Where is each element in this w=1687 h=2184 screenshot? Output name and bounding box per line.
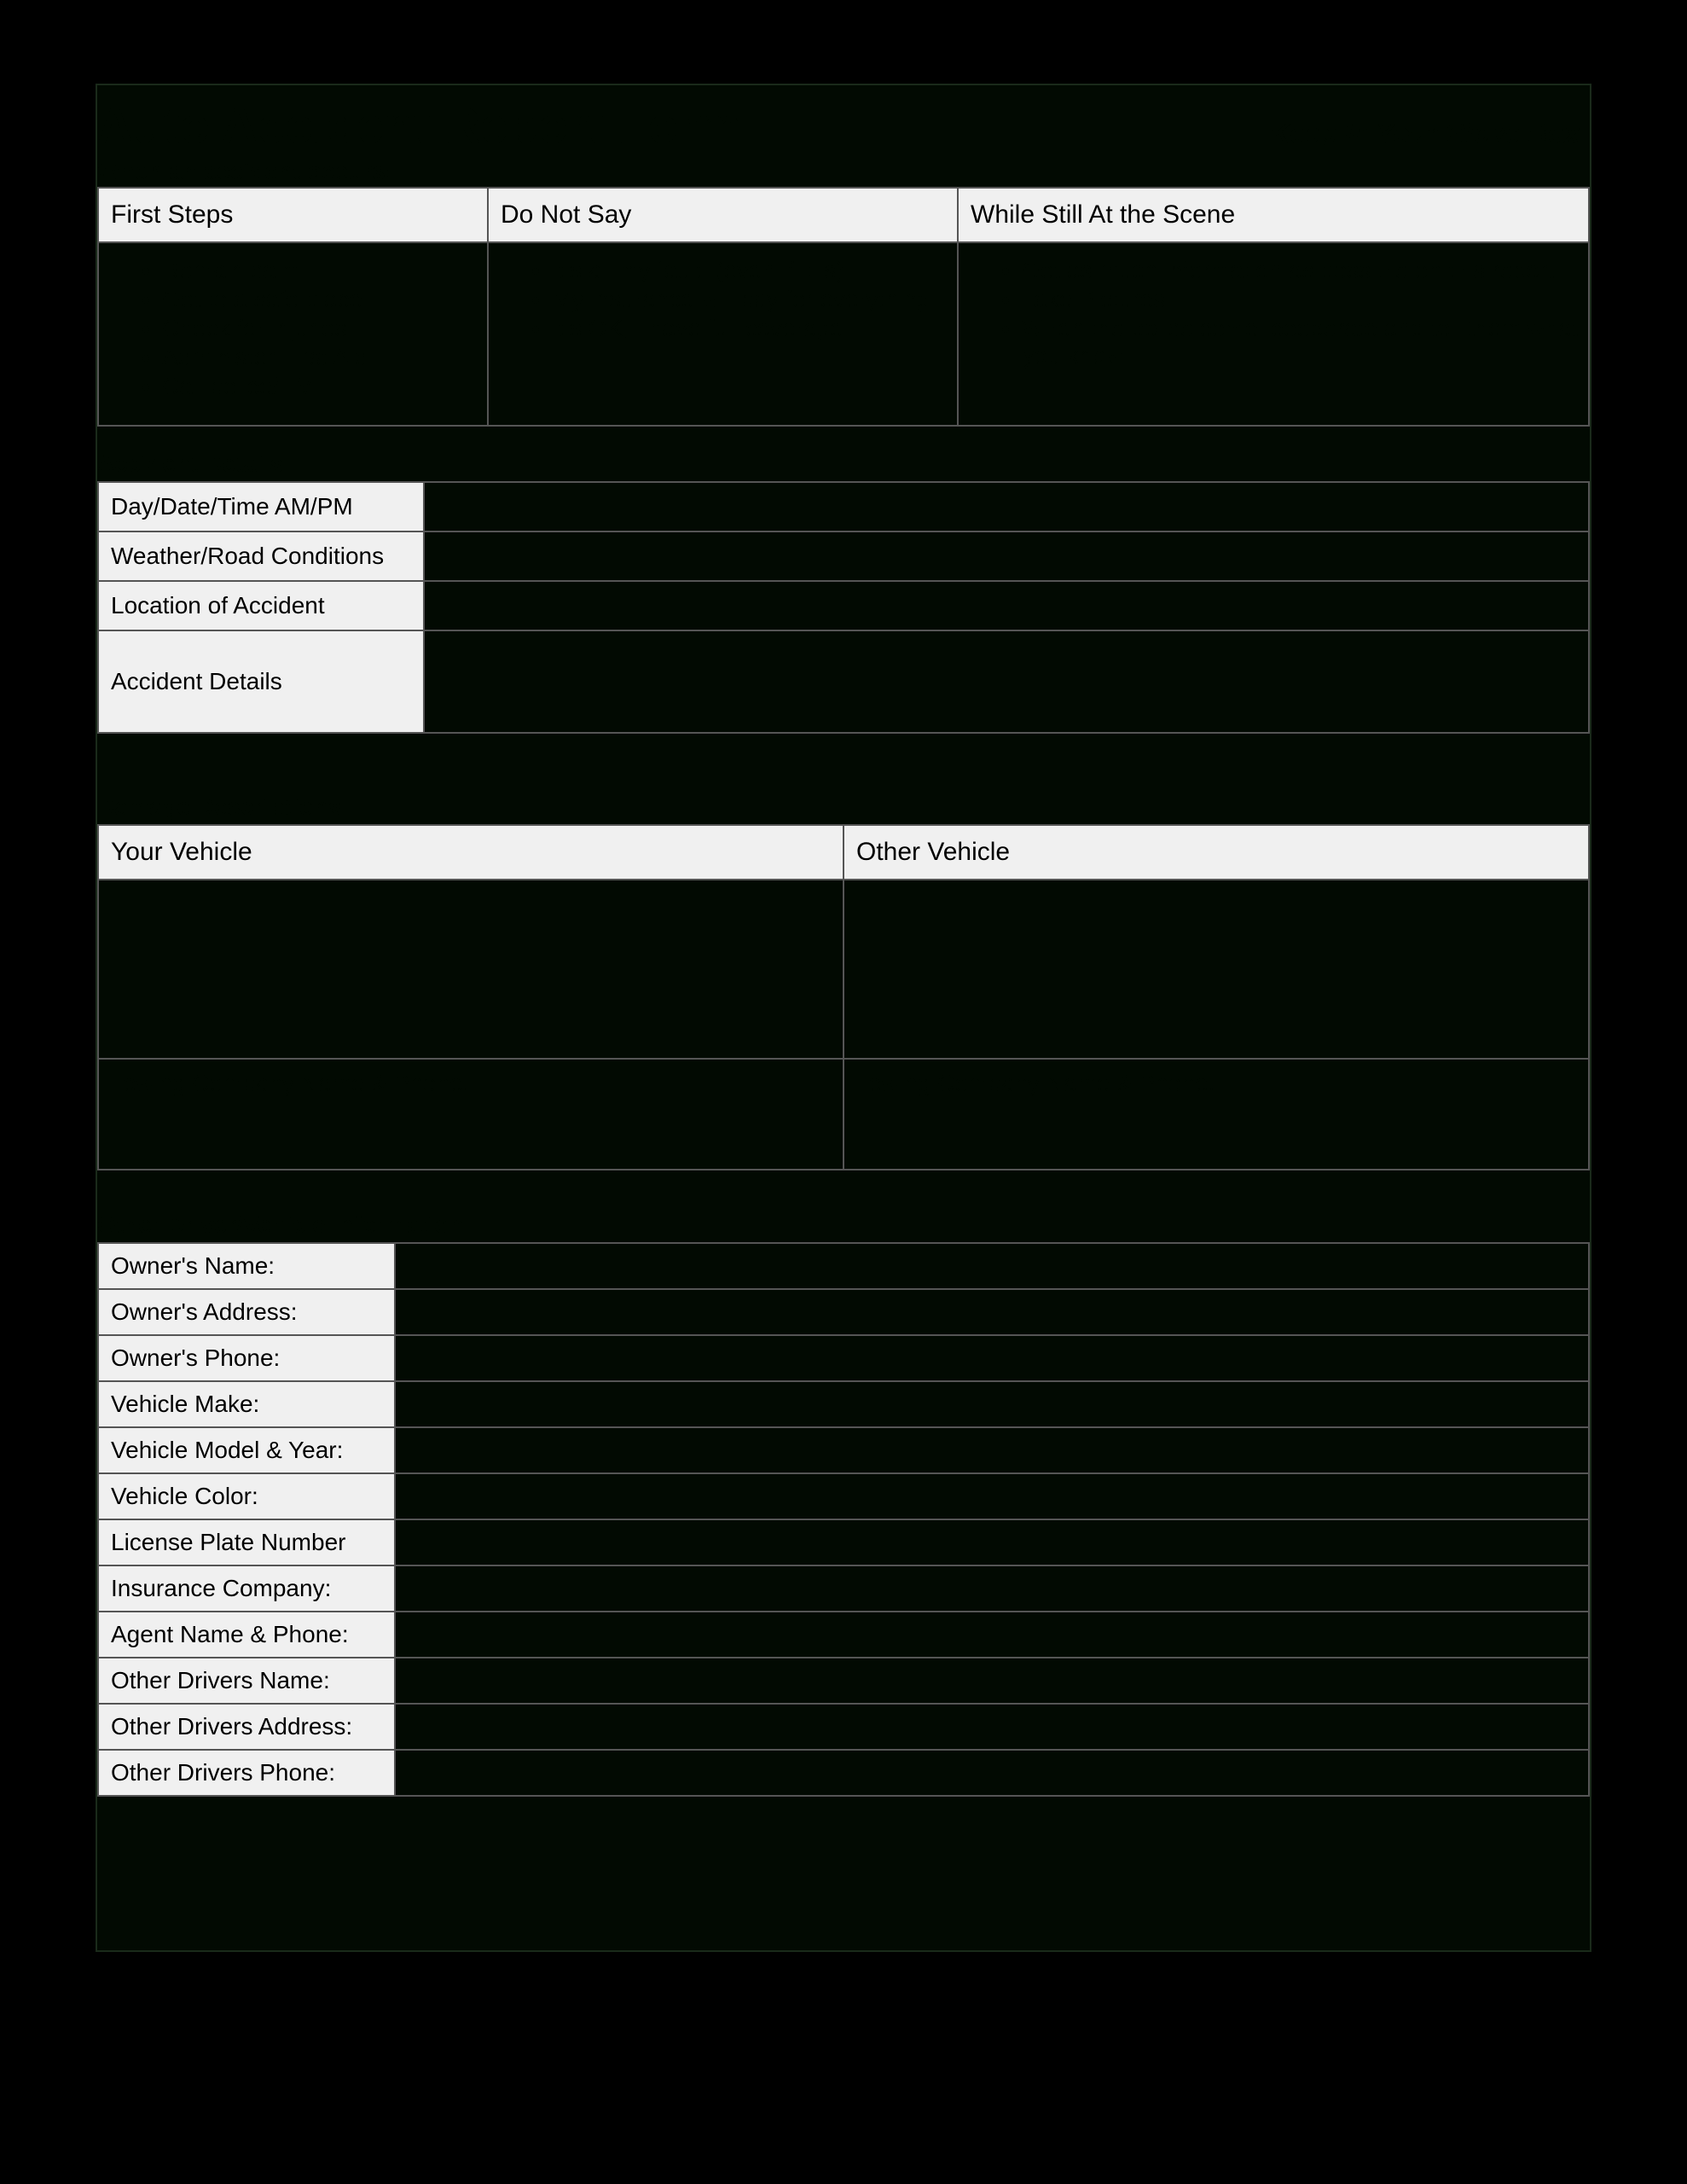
first-steps-cell: Remain calm Get to a safe place Check fo… — [98, 242, 488, 426]
at-scene-cell: Get as much information as possible on t… — [958, 242, 1589, 426]
first-steps-item: Get to a safe place — [162, 286, 478, 313]
your-vehicle-damage-input[interactable] — [98, 880, 844, 1059]
first-steps-header: First Steps — [98, 188, 488, 242]
header-row: Auto Accident Report Form Keep In Your G… — [97, 85, 1590, 154]
damage-table: Your Vehicle Other Vehicle Towing Compan… — [97, 824, 1590, 1170]
other-towing-label[interactable]: Towing Company Name & Phone: — [844, 1059, 1589, 1170]
do-not-say-item: It's OK, I have full coverage — [552, 315, 948, 342]
other-driver-address-input[interactable] — [395, 1704, 1589, 1750]
other-driver-section: Other Driver/Vehicle Information Owner's… — [97, 1211, 1590, 1797]
location-label: Location of Accident — [98, 581, 424, 630]
other-driver-name-input[interactable] — [395, 1658, 1589, 1704]
first-steps-item: Check for injuries — [162, 315, 478, 342]
accident-details-label: Accident Details — [98, 630, 424, 733]
first-steps-item: Call police/EMT — [162, 373, 478, 400]
other-driver-phone-label: Other Drivers Phone: — [98, 1750, 395, 1796]
location-input[interactable] — [424, 581, 1589, 630]
insurance-company-label: Insurance Company: — [98, 1565, 395, 1612]
accident-details-section: Accident Details Day/Date/Time AM/PM Wea… — [97, 450, 1590, 734]
other-vehicle-header: Other Vehicle — [844, 825, 1589, 880]
accident-details-input[interactable] — [424, 630, 1589, 733]
other-driver-address-label: Other Drivers Address: — [98, 1704, 395, 1750]
accident-details-title: Accident Details — [97, 450, 1590, 478]
owner-address-label: Owner's Address: — [98, 1289, 395, 1335]
other-driver-phone-input[interactable] — [395, 1750, 1589, 1796]
weather-label: Weather/Road Conditions — [98, 531, 424, 581]
at-scene-item: Get as much information as possible on t… — [1022, 257, 1580, 284]
owner-name-label: Owner's Name: — [98, 1243, 395, 1289]
do-not-say-item: My insurance will pay for everything — [552, 286, 948, 313]
your-vehicle-header: Your Vehicle — [98, 825, 844, 880]
other-driver-name-label: Other Drivers Name: — [98, 1658, 395, 1704]
at-scene-item: Take Pictures — [1022, 286, 1580, 313]
other-driver-title: Other Driver/Vehicle Information — [97, 1211, 1590, 1239]
instructions-table: First Steps Do Not Say While Still At th… — [97, 187, 1590, 427]
accident-details-table: Day/Date/Time AM/PM Weather/Road Conditi… — [97, 481, 1590, 734]
first-steps-item: Administer First Aid — [162, 344, 478, 371]
page-title: Auto Accident Report Form — [97, 97, 741, 154]
weather-input[interactable] — [424, 531, 1589, 581]
first-steps-item: Remain calm — [162, 257, 478, 284]
day-date-time-label: Day/Date/Time AM/PM — [98, 482, 424, 531]
agent-name-input[interactable] — [395, 1612, 1589, 1658]
page-container: Auto Accident Report Form Keep In Your G… — [96, 84, 1591, 1952]
do-not-say-item: It's all my fault, (even if it is) — [552, 257, 948, 284]
day-date-time-input[interactable] — [424, 482, 1589, 531]
owner-name-input[interactable] — [395, 1243, 1589, 1289]
at-scene-item: When the police come, cooperate and tell… — [1022, 315, 1580, 369]
reminder-text: Keep In Your Glove Box — [1270, 118, 1590, 149]
do-not-say-cell: It's all my fault, (even if it is) My in… — [488, 242, 958, 426]
vehicle-color-label: Vehicle Color: — [98, 1473, 395, 1519]
damage-section: Damage Descriptions Your Vehicle Other V… — [97, 793, 1590, 1170]
vehicle-make-input[interactable] — [395, 1381, 1589, 1427]
damage-title: Damage Descriptions — [97, 793, 1590, 821]
license-plate-input[interactable] — [395, 1519, 1589, 1565]
license-plate-label: License Plate Number — [98, 1519, 395, 1565]
owner-phone-label: Owner's Phone: — [98, 1335, 395, 1381]
owner-address-input[interactable] — [395, 1289, 1589, 1335]
at-scene-header: While Still At the Scene — [958, 188, 1589, 242]
do-not-say-header: Do Not Say — [488, 188, 958, 242]
other-driver-table: Owner's Name: Owner's Address: Owner's P… — [97, 1242, 1590, 1797]
owner-phone-input[interactable] — [395, 1335, 1589, 1381]
vehicle-model-label: Vehicle Model & Year: — [98, 1427, 395, 1473]
subheader: When an accident occurs: — [97, 158, 1590, 185]
vehicle-model-input[interactable] — [395, 1427, 1589, 1473]
vehicle-color-input[interactable] — [395, 1473, 1589, 1519]
insurance-company-input[interactable] — [395, 1565, 1589, 1612]
your-towing-label[interactable]: Towing Company Name & Phone: — [98, 1059, 844, 1170]
other-vehicle-damage-input[interactable] — [844, 880, 1589, 1059]
vehicle-make-label: Vehicle Make: — [98, 1381, 395, 1427]
agent-name-label: Agent Name & Phone: — [98, 1612, 395, 1658]
